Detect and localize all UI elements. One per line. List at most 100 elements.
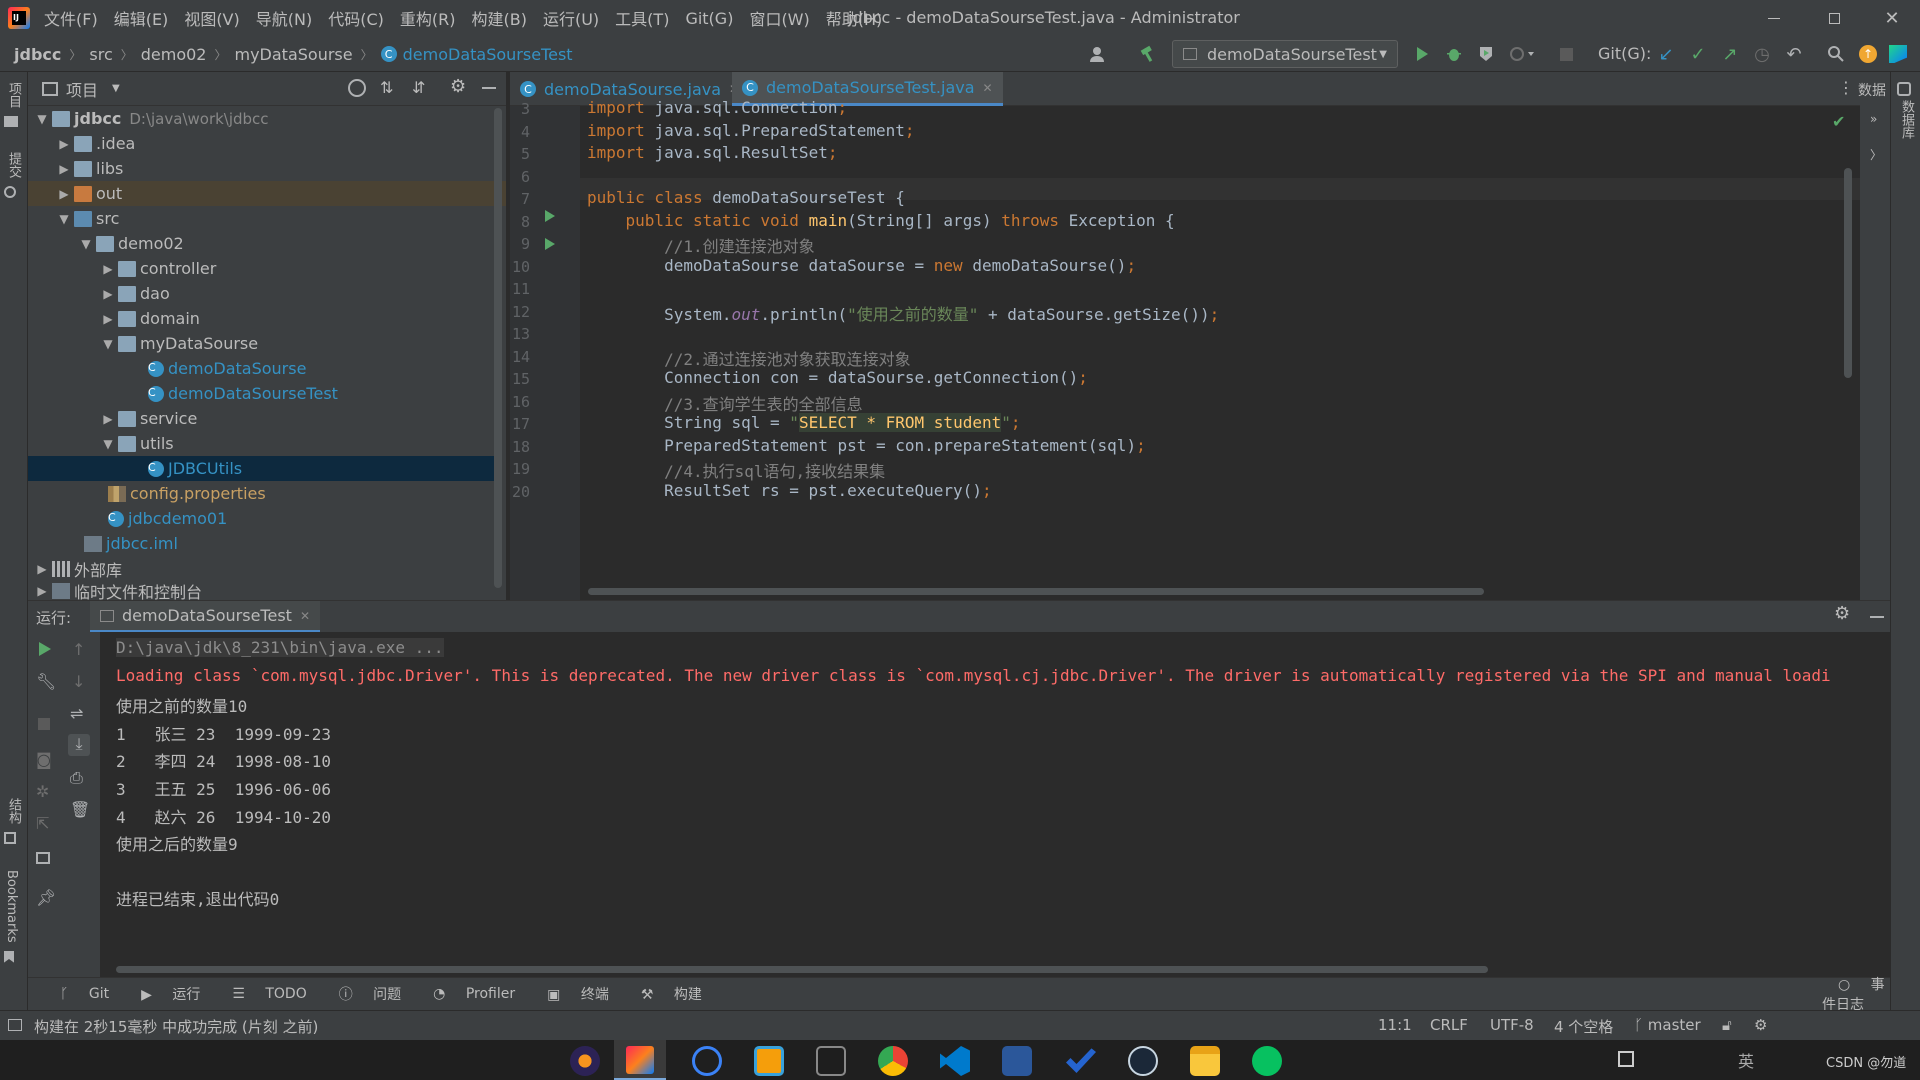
console-horizontal-scrollbar[interactable]: [116, 966, 1488, 973]
tool-window-project[interactable]: 项目: [4, 82, 23, 127]
close-button[interactable]: ✕: [1864, 0, 1920, 36]
toolwindow-todo[interactable]: ☰ TODO: [216, 986, 306, 1002]
stop-icon[interactable]: [38, 718, 50, 730]
stop-icon[interactable]: [1554, 42, 1578, 66]
menu-code[interactable]: 代码(C): [328, 6, 384, 30]
git-commit-icon[interactable]: ✓: [1686, 42, 1710, 66]
crumb-class[interactable]: demoDataSourseTest: [403, 45, 573, 64]
run-tab[interactable]: demoDataSourseTest ✕: [90, 601, 320, 633]
tree-item-demo02[interactable]: ▼ demo02: [28, 231, 506, 256]
run-icon[interactable]: [1410, 42, 1434, 66]
chevron-down-icon[interactable]: ▼: [112, 83, 120, 94]
run-console[interactable]: D:\java\jdk\8_231\bin\java.exe ... Loadin…: [100, 632, 1890, 977]
scroll-to-end-icon[interactable]: ⤓: [68, 734, 90, 756]
menu-build[interactable]: 构建(B): [472, 6, 527, 30]
menu-navigate[interactable]: 导航(N): [256, 6, 312, 30]
toolwindow-build[interactable]: ⚒ 构建: [625, 984, 702, 1004]
build-hammer-icon[interactable]: [1136, 42, 1160, 66]
gear-icon[interactable]: ⚙: [450, 76, 466, 97]
crumb-project[interactable]: jdbcc: [14, 45, 61, 64]
toolwindow-profiler[interactable]: ◔ Profiler: [417, 986, 515, 1002]
input-language[interactable]: 英: [1738, 1048, 1754, 1072]
hide-panel-icon[interactable]: [482, 87, 496, 89]
window-manager-icon[interactable]: [754, 1046, 784, 1076]
crumb-package[interactable]: demo02: [141, 45, 207, 64]
steam-icon[interactable]: [1128, 1046, 1158, 1076]
search-icon[interactable]: [1824, 42, 1848, 66]
indent-setting[interactable]: 4 个空格: [1554, 1016, 1613, 1037]
tree-item-controller[interactable]: ▶ controller: [28, 256, 506, 281]
hide-panel-icon[interactable]: [1870, 616, 1884, 618]
tree-item-idea[interactable]: ▶ .idea: [28, 131, 506, 156]
tree-item-jdbcc-iml[interactable]: jdbcc.iml: [28, 531, 506, 556]
vscode-icon[interactable]: [940, 1046, 970, 1076]
tree-item-src[interactable]: ▼ src: [28, 206, 506, 231]
run-gutter-icon[interactable]: [544, 210, 556, 222]
eclipse-icon[interactable]: [570, 1046, 600, 1076]
git-branch[interactable]: ᚴ master: [1634, 1016, 1701, 1034]
tool-window-database[interactable]: 数据库: [1897, 82, 1916, 143]
notifications-icon[interactable]: ⚙: [1754, 1016, 1767, 1034]
tree-item-scratches[interactable]: ▶ 临时文件和控制台: [28, 581, 506, 600]
scroll-down-icon[interactable]: ↓: [72, 672, 85, 691]
browser-icon[interactable]: [692, 1046, 722, 1076]
menu-window[interactable]: 窗口(W): [749, 6, 809, 30]
collapse-all-icon[interactable]: ⇵: [412, 78, 425, 97]
intellij-taskbar-icon[interactable]: [614, 1040, 666, 1080]
file-explorer-icon[interactable]: [1190, 1046, 1220, 1076]
tree-item-external-libraries[interactable]: ▶ 外部库: [28, 556, 506, 581]
menu-edit[interactable]: 编辑(E): [114, 6, 169, 30]
camera-icon[interactable]: ◙: [36, 750, 52, 769]
close-icon[interactable]: ✕: [300, 609, 310, 623]
database-label[interactable]: 数据: [1858, 80, 1886, 100]
wechat-icon[interactable]: [1252, 1046, 1282, 1076]
coverage-icon[interactable]: [1474, 42, 1498, 66]
tree-item-root[interactable]: ▼ jdbcc D:\java\work\jdbcc: [28, 106, 506, 131]
chrome-icon[interactable]: [878, 1046, 908, 1076]
tree-item-out[interactable]: ▶ out: [28, 181, 506, 206]
ide-update-icon[interactable]: ↑: [1856, 42, 1880, 66]
run-gutter-icon[interactable]: [544, 238, 556, 250]
gear-icon[interactable]: ⚙: [1834, 603, 1850, 624]
menu-git[interactable]: Git(G): [685, 9, 733, 28]
scroll-up-icon[interactable]: ↑: [72, 640, 85, 659]
menu-view[interactable]: 视图(V): [184, 6, 239, 30]
word-icon[interactable]: [1002, 1046, 1032, 1076]
layout-icon[interactable]: [36, 852, 50, 864]
status-message[interactable]: 构建在 2秒15毫秒 中成功完成 (片刻 之前): [34, 1016, 318, 1037]
terminal-icon[interactable]: [816, 1046, 846, 1076]
tool-window-structure[interactable]: 结构: [4, 798, 23, 844]
debug-icon[interactable]: [1442, 42, 1466, 66]
tool-window-bookmarks[interactable]: Bookmarks: [4, 870, 19, 963]
expand-all-icon[interactable]: ⇅: [380, 78, 393, 97]
tree-item-dao[interactable]: ▶ dao: [28, 281, 506, 306]
git-push-icon[interactable]: ↗: [1718, 42, 1742, 66]
more-tabs-icon[interactable]: ⋮: [1838, 78, 1854, 97]
line-separator[interactable]: CRLF: [1430, 1016, 1468, 1034]
trash-icon[interactable]: 🗑︎: [70, 800, 90, 819]
toolwindow-problems[interactable]: ⓘ 问题: [323, 984, 401, 1004]
tree-item-domain[interactable]: ▶ domain: [28, 306, 506, 331]
git-rollback-icon[interactable]: ↶: [1782, 42, 1806, 66]
wrench-icon[interactable]: 🔧︎: [36, 672, 56, 691]
menu-refactor[interactable]: 重构(R): [400, 6, 456, 30]
crumb-subpackage[interactable]: myDataSourse: [235, 45, 353, 64]
tree-item-demodatasourse[interactable]: C demoDataSourse: [28, 356, 506, 381]
menu-file[interactable]: 文件(F): [44, 6, 98, 30]
tree-item-service[interactable]: ▶ service: [28, 406, 506, 431]
editor-vertical-scrollbar[interactable]: [1844, 168, 1852, 378]
lock-icon[interactable]: 🔓︎: [1722, 1016, 1732, 1034]
toolwindow-git[interactable]: ᚴ Git: [44, 986, 109, 1002]
run-configuration-select[interactable]: demoDataSourseTest ▼: [1172, 40, 1398, 68]
tree-item-config-properties[interactable]: config.properties: [28, 481, 506, 506]
caret-position[interactable]: 11:1: [1378, 1016, 1412, 1034]
tree-item-libs[interactable]: ▶ libs: [28, 156, 506, 181]
tree-item-demodatasoursetest[interactable]: C demoDataSourseTest: [28, 381, 506, 406]
file-encoding[interactable]: UTF-8: [1490, 1016, 1534, 1034]
print-icon[interactable]: ⎙: [70, 768, 83, 788]
soft-wrap-icon[interactable]: ⇌: [70, 704, 83, 723]
exit-icon[interactable]: ✲: [36, 782, 49, 801]
pin-icon[interactable]: 📌︎: [36, 888, 56, 907]
tree-item-mydatasourse[interactable]: ▼ myDataSourse: [28, 331, 506, 356]
user-icon[interactable]: [1086, 42, 1110, 66]
